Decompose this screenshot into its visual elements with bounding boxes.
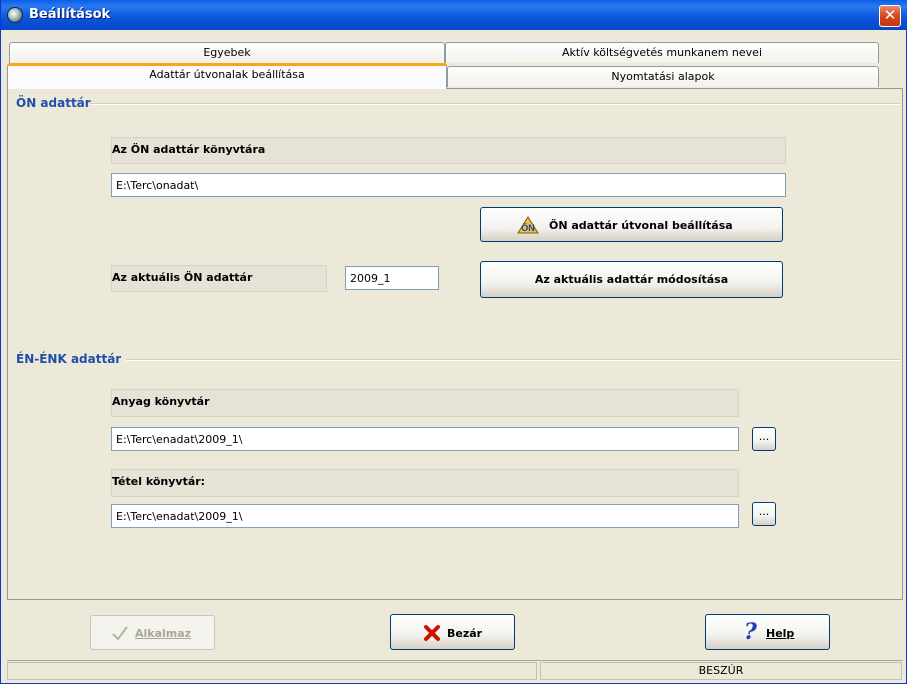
enenk-group-divider bbox=[126, 359, 900, 361]
app-icon bbox=[7, 7, 23, 23]
help-button[interactable]: ? Help bbox=[705, 614, 830, 650]
on-group-title: ÖN adattár bbox=[16, 96, 91, 110]
apply-button[interactable]: Alkalmaz bbox=[90, 615, 215, 650]
window-title: Beállítások bbox=[29, 7, 111, 22]
tab-nyomtatasi-alapok[interactable]: Nyomtatási alapok bbox=[447, 66, 879, 87]
settings-window: Beállítások ✕ Egyebek Aktív költségvetés… bbox=[0, 0, 907, 684]
tab-aktiv-koltsegvetes[interactable]: Aktív költségvetés munkanem nevei bbox=[445, 42, 879, 63]
enenk-group-title: ÉN-ÉNK adattár bbox=[16, 352, 122, 366]
on-current-label: Az aktuális ÖN adattár bbox=[111, 265, 327, 292]
material-browse-button[interactable]: ... bbox=[752, 427, 776, 451]
modify-current-button[interactable]: Az aktuális adattár módosítása bbox=[480, 261, 783, 298]
on-set-path-button[interactable]: ÖN ÖN adattár útvonal beállítása bbox=[480, 207, 783, 242]
on-group-divider bbox=[90, 103, 900, 105]
on-logo-icon: ÖN bbox=[517, 215, 539, 235]
material-dir-field[interactable]: E:\Terc\enadat\2009_1\ bbox=[111, 427, 739, 451]
tab-adattar-utvonalak[interactable]: Adattár útvonalak beállítása bbox=[7, 63, 447, 89]
on-set-path-label: ÖN adattár útvonal beállítása bbox=[549, 219, 733, 232]
title-bar[interactable]: Beállítások ✕ bbox=[1, 0, 907, 30]
material-dir-label: Anyag könyvtár bbox=[111, 389, 739, 417]
apply-label: Alkalmaz bbox=[135, 627, 192, 640]
tab-panel: ÖN adattár Az ÖN adattár könyvtára E:\Te… bbox=[7, 88, 903, 600]
on-current-field[interactable]: 2009_1 bbox=[345, 266, 439, 290]
status-bar: BESZÚR bbox=[7, 660, 903, 680]
tab-egyebek[interactable]: Egyebek bbox=[9, 42, 445, 63]
close-button[interactable]: Bezár bbox=[390, 614, 515, 650]
item-dir-label: Tétel könyvtár: bbox=[111, 469, 739, 497]
status-mode: BESZÚR bbox=[540, 662, 902, 680]
item-dir-field[interactable]: E:\Terc\enadat\2009_1\ bbox=[111, 504, 739, 528]
close-window-button[interactable]: ✕ bbox=[879, 5, 901, 27]
on-dir-field[interactable]: E:\Terc\onadat\ bbox=[111, 173, 786, 197]
question-mark-icon: ? bbox=[744, 619, 757, 645]
on-dir-label: Az ÖN adattár könyvtára bbox=[111, 137, 786, 164]
help-label: Help bbox=[766, 627, 795, 640]
checkmark-icon bbox=[111, 624, 129, 645]
item-browse-button[interactable]: ... bbox=[752, 502, 776, 526]
status-cell-empty bbox=[7, 662, 537, 680]
svg-text:ÖN: ÖN bbox=[521, 223, 535, 233]
close-label: Bezár bbox=[447, 627, 483, 640]
red-x-icon bbox=[423, 624, 441, 645]
